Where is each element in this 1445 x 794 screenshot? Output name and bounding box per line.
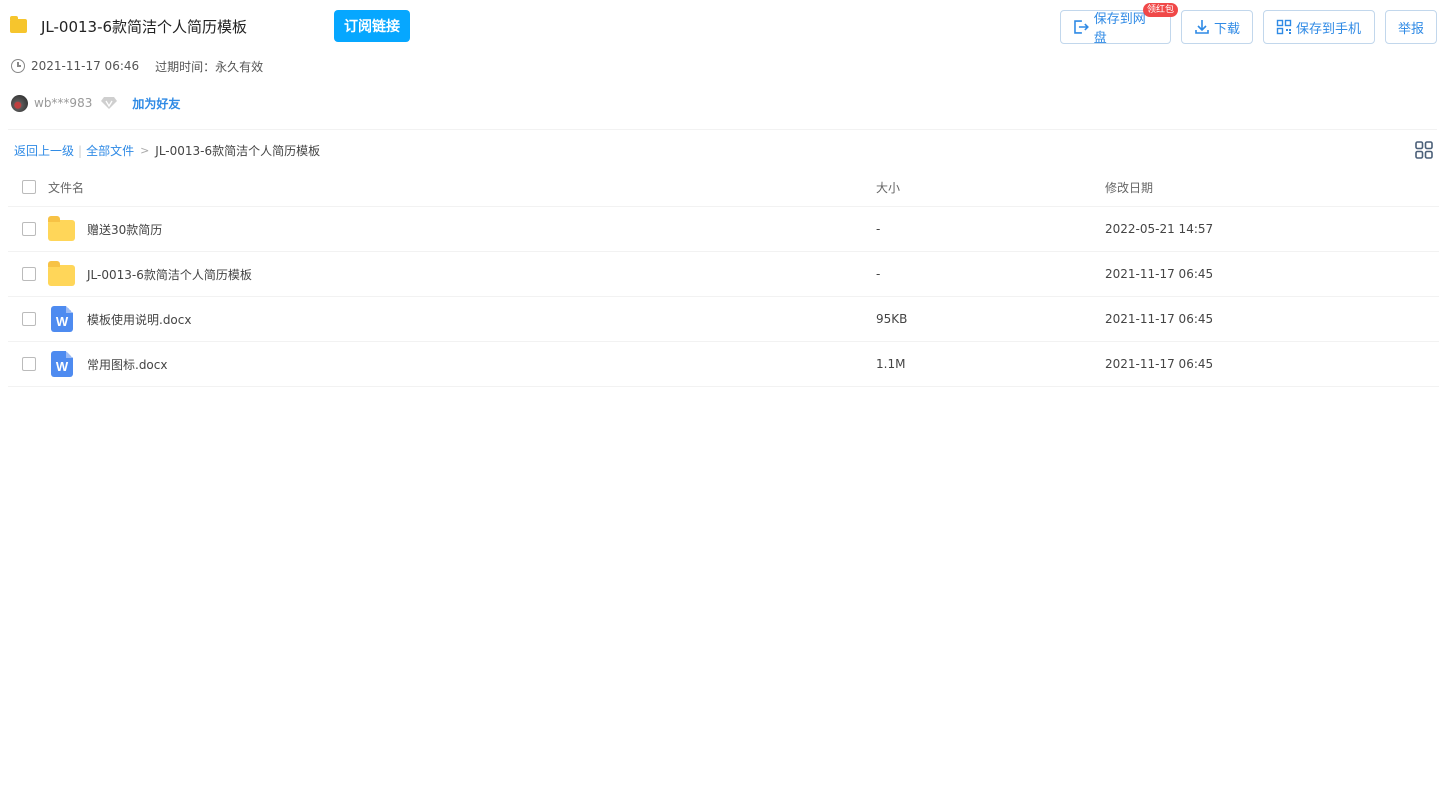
file-name-cell: W 常用图标.docx: [48, 342, 167, 386]
file-name-cell: W 模板使用说明.docx: [48, 297, 191, 341]
folder-icon: [10, 16, 27, 33]
expire-time: 过期时间：永久有效: [155, 59, 264, 74]
divider: [8, 129, 1437, 130]
folder-icon: [48, 215, 75, 241]
red-packet-badge[interactable]: 领红包: [1142, 3, 1178, 17]
folder-icon: [48, 260, 75, 286]
row-check-cell: [22, 207, 36, 251]
table-row[interactable]: JL-0013-6款简洁个人简历模板 - 2021-11-17 06:45: [8, 252, 1439, 297]
share-meta: 2021-11-17 06:46 过期时间：永久有效: [11, 57, 263, 75]
save-to-phone-button[interactable]: 保存到手机: [1263, 10, 1375, 44]
table-row[interactable]: W 模板使用说明.docx 95KB 2021-11-17 06:45: [8, 297, 1439, 342]
page-title: JL-0013-6款简洁个人简历模板: [41, 17, 248, 36]
table-row[interactable]: 赠送30款简历 - 2022-05-21 14:57: [8, 207, 1439, 252]
column-name[interactable]: 文件名: [48, 168, 84, 206]
breadcrumb-all-files[interactable]: 全部文件: [86, 142, 134, 159]
row-checkbox[interactable]: [22, 357, 36, 371]
word-doc-icon: W: [51, 351, 73, 377]
file-modified: 2021-11-17 06:45: [1105, 267, 1214, 281]
breadcrumb: 返回上一级 | 全部文件 > JL-0013-6款简洁个人简历模板: [14, 142, 320, 159]
file-name[interactable]: 赠送30款简历: [87, 221, 162, 238]
username[interactable]: wb***983: [34, 96, 92, 110]
sharer-info: wb***983 加为好友: [11, 94, 180, 112]
title-row: JL-0013-6款简洁个人简历模板: [10, 10, 247, 42]
row-checkbox[interactable]: [22, 267, 36, 281]
file-modified: 2021-11-17 06:45: [1105, 312, 1214, 326]
save-to-netdisk-button[interactable]: 保存到网盘 领红包: [1060, 3, 1178, 46]
report-button[interactable]: 举报: [1385, 10, 1437, 44]
file-modified: 2022-05-21 14:57: [1105, 222, 1214, 236]
file-size: 1.1M: [876, 357, 906, 371]
clock-icon: [11, 59, 25, 73]
breadcrumb-back[interactable]: 返回上一级: [14, 142, 74, 159]
breadcrumb-separator: |: [78, 143, 83, 158]
diamond-vip-icon: [101, 97, 118, 109]
row-checkbox[interactable]: [22, 222, 36, 236]
table-row[interactable]: W 常用图标.docx 1.1M 2021-11-17 06:45: [8, 342, 1439, 387]
file-table: 文件名 大小 修改日期 赠送30款简历 - 2022-05-21 14:57 J…: [8, 168, 1439, 387]
file-name[interactable]: 模板使用说明.docx: [87, 311, 191, 328]
row-checkbox[interactable]: [22, 312, 36, 326]
grid-view-icon[interactable]: [1415, 141, 1433, 159]
share-header: JL-0013-6款简洁个人简历模板 订阅链接 保存到网盘 领红包 下载 保存到…: [0, 0, 1445, 130]
save-export-icon: [1074, 20, 1089, 34]
file-size: -: [876, 267, 881, 281]
file-name-cell: 赠送30款简历: [48, 207, 162, 251]
share-time: 2021-11-17 06:46: [31, 59, 140, 73]
breadcrumb-current: JL-0013-6款简洁个人简历模板: [155, 144, 321, 158]
file-name-cell: JL-0013-6款简洁个人简历模板: [48, 252, 252, 296]
chevron-right-icon: >: [140, 144, 150, 157]
download-button[interactable]: 下载: [1181, 10, 1253, 44]
row-check-cell: [22, 297, 36, 341]
file-size: -: [876, 222, 881, 236]
select-all-cell: [22, 168, 36, 206]
save-to-phone-label: 保存到手机: [1296, 21, 1362, 37]
avatar[interactable]: [11, 94, 28, 112]
file-modified: 2021-11-17 06:45: [1105, 357, 1214, 371]
row-check-cell: [22, 342, 36, 386]
download-label: 下载: [1214, 21, 1241, 37]
row-check-cell: [22, 252, 36, 296]
download-icon: [1195, 20, 1209, 34]
word-doc-icon: W: [51, 306, 73, 332]
add-friend-link[interactable]: 加为好友: [132, 95, 180, 112]
subscribe-button[interactable]: 订阅链接: [334, 10, 410, 42]
action-toolbar: 保存到网盘 领红包 下载 保存到手机 举报: [1060, 3, 1437, 46]
column-modified[interactable]: 修改日期: [1105, 168, 1153, 206]
column-size[interactable]: 大小: [876, 168, 900, 206]
select-all-checkbox[interactable]: [22, 180, 36, 194]
file-name[interactable]: 常用图标.docx: [87, 356, 167, 373]
file-size: 95KB: [876, 312, 908, 326]
file-name[interactable]: JL-0013-6款简洁个人简历模板: [87, 266, 252, 283]
qr-code-icon: [1276, 19, 1292, 35]
table-header: 文件名 大小 修改日期: [8, 168, 1439, 207]
